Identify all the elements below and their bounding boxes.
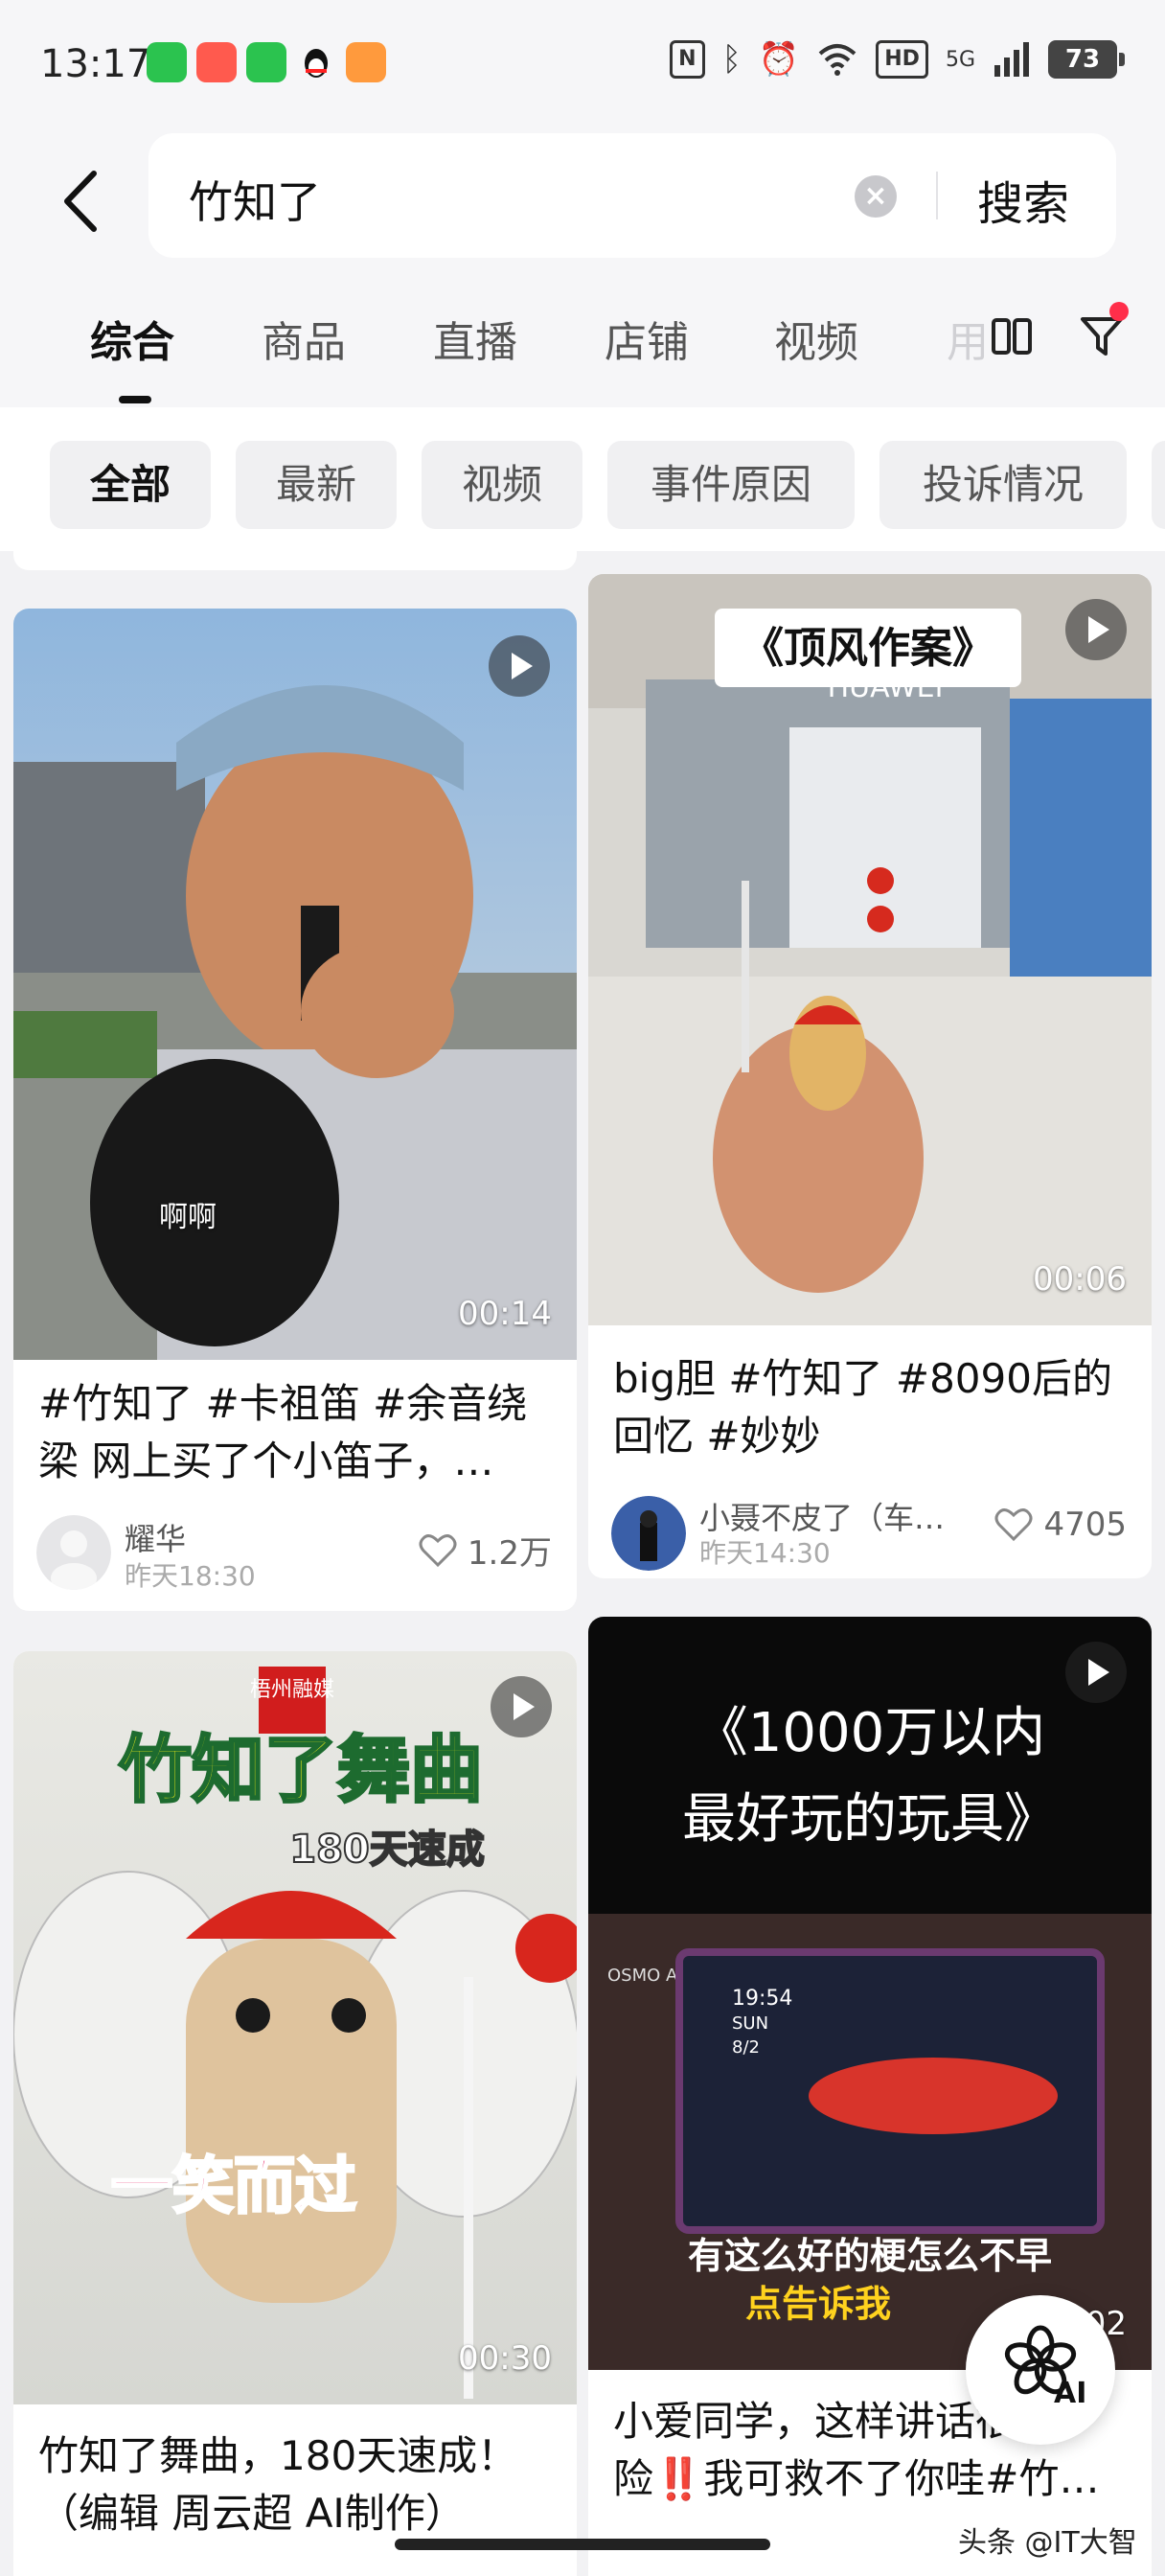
chip-event-cause[interactable]: 事件原因	[607, 441, 855, 529]
card-title-line2: 回忆 #妙妙	[613, 1413, 821, 1460]
search-input[interactable]: 竹知了 × 搜索	[148, 133, 1116, 258]
avatar[interactable]	[611, 1496, 686, 1571]
card-title-line2: 险‼️我可救不了你哇#竹…	[613, 2455, 1100, 2502]
screen-time: 19:54	[732, 1987, 792, 2011]
nfc-icon: N	[670, 40, 705, 79]
heart-icon	[994, 1508, 1033, 1542]
home-indicator[interactable]	[395, 2539, 770, 2550]
subtitle-line2: 点告诉我	[745, 2283, 891, 2325]
poster-title: 竹知了舞曲	[119, 1727, 483, 1812]
video-card[interactable]: 《顶风作案》 HUAWEI 00:06 big胆 #竹知了 #8090后的 回忆…	[588, 574, 1152, 1578]
play-icon[interactable]	[489, 635, 550, 697]
banner-line2: 最好玩的玩具》	[682, 1788, 1058, 1851]
poster-subtitle: 180天速成	[289, 1828, 485, 1872]
banner-line1: 《1000万以内	[695, 1702, 1046, 1764]
ai-assistant-button[interactable]: AI	[966, 2295, 1115, 2445]
card-title-line1: #竹知了 #卡祖笛 #余音绕	[38, 1380, 528, 1427]
video-caption: 啊啊	[159, 1201, 217, 1234]
tab-videos[interactable]: 视频	[774, 308, 858, 369]
chip-all[interactable]: 全部	[50, 441, 211, 529]
network-type: 5G	[945, 47, 975, 72]
hd-icon: HD	[876, 40, 928, 79]
status-bar: 13:17 N ᛒ ⏰ HD 5G 73	[0, 0, 1165, 129]
back-arrow-icon[interactable]	[57, 168, 105, 235]
video-banner-text: 《顶风作案》	[742, 624, 994, 673]
card-title-line1: big胆 #竹知了 #8090后的	[613, 1355, 1112, 1402]
media-seal: 梧州融媒	[250, 1678, 334, 1702]
screen-date: 8/2	[732, 2037, 760, 2058]
post-time: 昨天18:30	[125, 1560, 256, 1592]
video-thumbnail: 《1000万以内 最好玩的玩具》 OSMO ACTION 6 19:54 SUN…	[588, 1617, 1152, 2370]
filter-badge-dot	[1109, 302, 1129, 321]
notification-icons	[147, 42, 386, 82]
video-duration: 00:14	[458, 1295, 552, 1333]
bluetooth-icon: ᛒ	[721, 40, 742, 79]
play-icon[interactable]	[1065, 1642, 1127, 1703]
results-feed: 啊啊 00:14 #竹知了 #卡祖笛 #余音绕 梁 网上买了个小笛子，… 耀华 …	[0, 551, 1165, 2576]
poster-slogan: 一笑而过	[111, 2151, 356, 2222]
heart-icon	[419, 1533, 457, 1567]
timer-icon	[346, 42, 386, 82]
message-icon	[246, 42, 286, 82]
active-tab-indicator	[119, 396, 151, 403]
status-time: 13:17	[40, 42, 151, 86]
result-tabs: 综合 商品 直播 店铺 视频 用	[0, 273, 1165, 407]
search-query[interactable]: 竹知了	[189, 168, 321, 231]
video-duration: 00:06	[1033, 1260, 1127, 1299]
chip-overflow[interactable]	[1152, 441, 1165, 529]
video-card[interactable]: 啊啊 00:14 #竹知了 #卡祖笛 #余音绕 梁 网上买了个小笛子，… 耀华 …	[13, 609, 577, 1611]
source-watermark: 头条 @IT大智	[958, 2526, 1137, 2560]
author-name[interactable]: 耀华	[125, 1515, 186, 1559]
card-title: #竹知了 #卡祖笛 #余音绕 梁 网上买了个小笛子，…	[38, 1375, 556, 1490]
wechat-icon	[147, 42, 187, 82]
card-title-line1: 竹知了舞曲，180天速成！	[38, 2432, 518, 2479]
tab-comprehensive[interactable]: 综合	[90, 308, 174, 369]
screen-day: SUN	[732, 2013, 768, 2034]
app-notification-icon	[196, 42, 237, 82]
play-icon[interactable]	[1065, 599, 1127, 660]
store-sign: HUAWEI	[828, 671, 944, 704]
video-thumbnail: 《顶风作案》 HUAWEI	[588, 574, 1152, 1325]
card-title-line2: 梁 网上买了个小笛子，…	[38, 1438, 494, 1484]
card-title: 竹知了舞曲，180天速成！ （编辑 周云超 AI制作）	[38, 2427, 556, 2542]
tab-stores[interactable]: 店铺	[605, 308, 689, 369]
battery-indicator: 73	[1048, 40, 1125, 79]
system-icons: N ᛒ ⏰ HD 5G 73	[670, 40, 1125, 79]
card-title-line2: （编辑 周云超 AI制作）	[38, 2490, 466, 2537]
video-duration: 00:30	[458, 2339, 552, 2378]
layout-toggle-icon[interactable]	[991, 317, 1033, 356]
filter-chips: 全部 最新 视频 事件原因 投诉情况	[0, 407, 1165, 551]
ai-flower-icon: AI	[1004, 2325, 1086, 2410]
search-divider	[936, 172, 938, 219]
video-card[interactable]: 梧州融媒 竹知了舞曲 180天速成 一笑而过 00:30 竹知了舞曲，180天速…	[13, 1651, 577, 2576]
wifi-icon	[818, 44, 857, 76]
play-icon[interactable]	[491, 1676, 552, 1737]
subtitle-line1: 有这么好的梗怎么不早	[688, 2235, 1052, 2277]
video-thumbnail: 梧州融媒 竹知了舞曲 180天速成 一笑而过	[13, 1651, 577, 2404]
like-button[interactable]: 4705	[994, 1506, 1127, 1544]
search-button[interactable]: 搜索	[977, 166, 1069, 233]
card-partial-left[interactable]	[13, 551, 577, 570]
chip-complaints[interactable]: 投诉情况	[879, 441, 1127, 529]
tab-live[interactable]: 直播	[433, 308, 517, 369]
chip-video[interactable]: 视频	[422, 441, 582, 529]
clear-icon[interactable]: ×	[855, 175, 897, 218]
card-title: big胆 #竹知了 #8090后的 回忆 #妙妙	[613, 1350, 1131, 1465]
avatar[interactable]	[36, 1515, 111, 1590]
post-time: 昨天14:30	[699, 1537, 831, 1569]
search-row: 竹知了 × 搜索	[0, 129, 1165, 273]
qq-icon	[296, 42, 336, 82]
like-button[interactable]: 1.2万	[418, 1527, 552, 1574]
like-count: 1.2万	[467, 1534, 552, 1573]
ai-label: AI	[1054, 2377, 1086, 2410]
chip-latest[interactable]: 最新	[236, 441, 397, 529]
video-thumbnail	[13, 609, 577, 1360]
tab-products[interactable]: 商品	[262, 308, 346, 369]
tab-users-partial[interactable]: 用	[947, 308, 989, 369]
alarm-icon: ⏰	[758, 40, 800, 79]
like-count: 4705	[1043, 1506, 1127, 1544]
signal-icon	[994, 42, 1029, 77]
